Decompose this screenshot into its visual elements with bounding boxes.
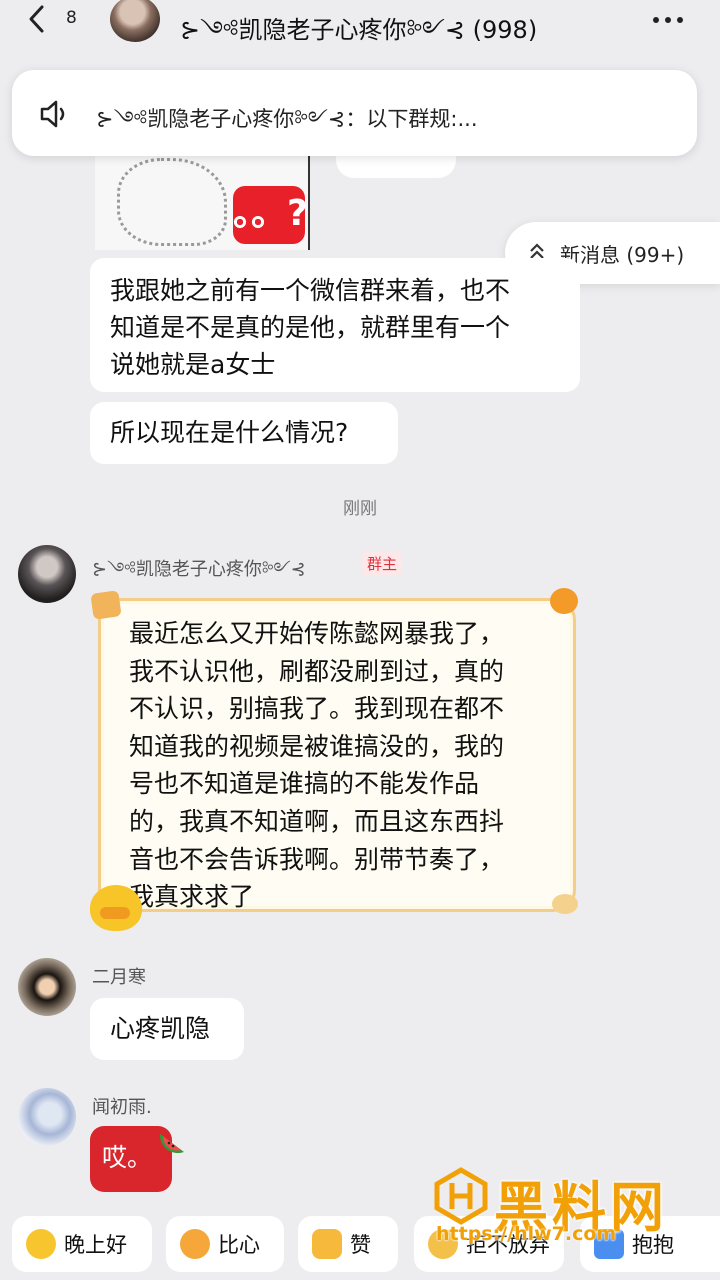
group-avatar[interactable] — [110, 0, 160, 42]
watermelon-icon — [159, 1134, 184, 1154]
thumbs-up-icon — [312, 1229, 342, 1259]
sender-name: ⊱༺凯隐老子心疼你༻⊰ — [92, 559, 306, 580]
pumpkin-icon — [550, 588, 578, 614]
chat-header: 8 ⊱༺凯隐老子心疼你༻⊰ (998) — [0, 0, 720, 44]
sticker-image[interactable]: 。。? — [95, 150, 310, 250]
sticker-drawing — [117, 158, 227, 246]
new-messages-label: 新消息 (99+) — [560, 243, 685, 267]
owner-badge: 群主 — [362, 552, 403, 575]
quick-reply-button[interactable]: 赞 — [298, 1216, 398, 1272]
quick-reply-label: 比心 — [218, 1233, 260, 1257]
message-text: 心疼凯隐 — [110, 1014, 211, 1043]
avatar[interactable] — [18, 958, 76, 1016]
message-bubble-owner[interactable]: 最近怎么又开始传陈懿网暴我了， 我不认识他，刷都没刷到过，真的 不认识，别搞我了… — [98, 598, 576, 912]
chat-title[interactable]: ⊱༺凯隐老子心疼你༻⊰ (998) — [180, 4, 537, 71]
message-text: 所以现在是什么情况? — [110, 418, 349, 447]
sender-name: 闻初雨. — [92, 1097, 152, 1118]
heart-face-icon — [180, 1229, 210, 1259]
avatar[interactable] — [18, 545, 76, 603]
more-dots-icon[interactable] — [650, 8, 690, 30]
announcement-text: ⊱༺凯隐老子心疼你༻⊰：以下群规:... — [96, 107, 478, 131]
quick-reply-button[interactable]: 比心 — [166, 1216, 284, 1272]
message-line: 我不认识他，刷都没刷到过，真的 — [129, 656, 505, 686]
message-line: 音也不会告诉我啊。别带节奏了， — [129, 844, 505, 874]
chick-icon — [90, 885, 142, 931]
message-bubble[interactable]: 所以现在是什么情况? — [90, 402, 398, 464]
message-line: 的，我真不知道啊，而且这东西抖 — [129, 806, 505, 836]
star-face-icon — [26, 1229, 56, 1259]
message-bubble[interactable]: 我跟她之前有一个微信群来着，也不 知道是不是真的是他，就群里有一个 说她就是a女… — [90, 258, 580, 392]
message-line: 号也不知道是谁搞的不能发作品 — [129, 769, 480, 799]
watermark-url: https://hlw7.com — [436, 1223, 617, 1245]
message-text: 哎。 — [102, 1143, 153, 1172]
message-bubble[interactable]: 心疼凯隐 — [90, 998, 244, 1060]
sticker-question-badge: 。。? — [233, 186, 308, 244]
message-line: 知道我的视频是被谁搞没的，我的 — [129, 731, 505, 761]
watermark-logo-icon — [434, 1167, 488, 1225]
message-line: 我跟她之前有一个微信群来着，也不 — [110, 276, 511, 305]
quick-reply-label: 晚上好 — [64, 1233, 127, 1257]
timestamp: 刚刚 — [343, 499, 377, 519]
quick-reply-label: 赞 — [350, 1233, 371, 1257]
bubble-decoration-icon — [90, 590, 122, 620]
sender-name: 二月寒 — [92, 967, 146, 988]
quick-reply-button[interactable]: 晚上好 — [12, 1216, 152, 1272]
avatar[interactable] — [18, 1088, 76, 1146]
message-line: 说她就是a女士 — [110, 350, 276, 379]
speaker-icon — [40, 100, 65, 128]
back-chevron-icon — [29, 5, 44, 33]
message-line: 最近怎么又开始传陈懿网暴我了， — [129, 619, 505, 648]
group-announcement[interactable]: ⊱༺凯隐老子心疼你༻⊰：以下群规:... — [12, 70, 697, 156]
watermark: 黑料网 https://hlw7.com — [430, 1165, 715, 1245]
bubble-decoration-icon — [552, 894, 578, 914]
message-line: 知道是不是真的是他，就群里有一个 — [110, 313, 511, 342]
message-line: 我真求求了 — [129, 882, 255, 912]
back-button[interactable] — [22, 2, 52, 36]
message-line: 不认识，别搞我了。我到现在都不 — [129, 694, 505, 724]
unread-count: 8 — [66, 8, 77, 28]
